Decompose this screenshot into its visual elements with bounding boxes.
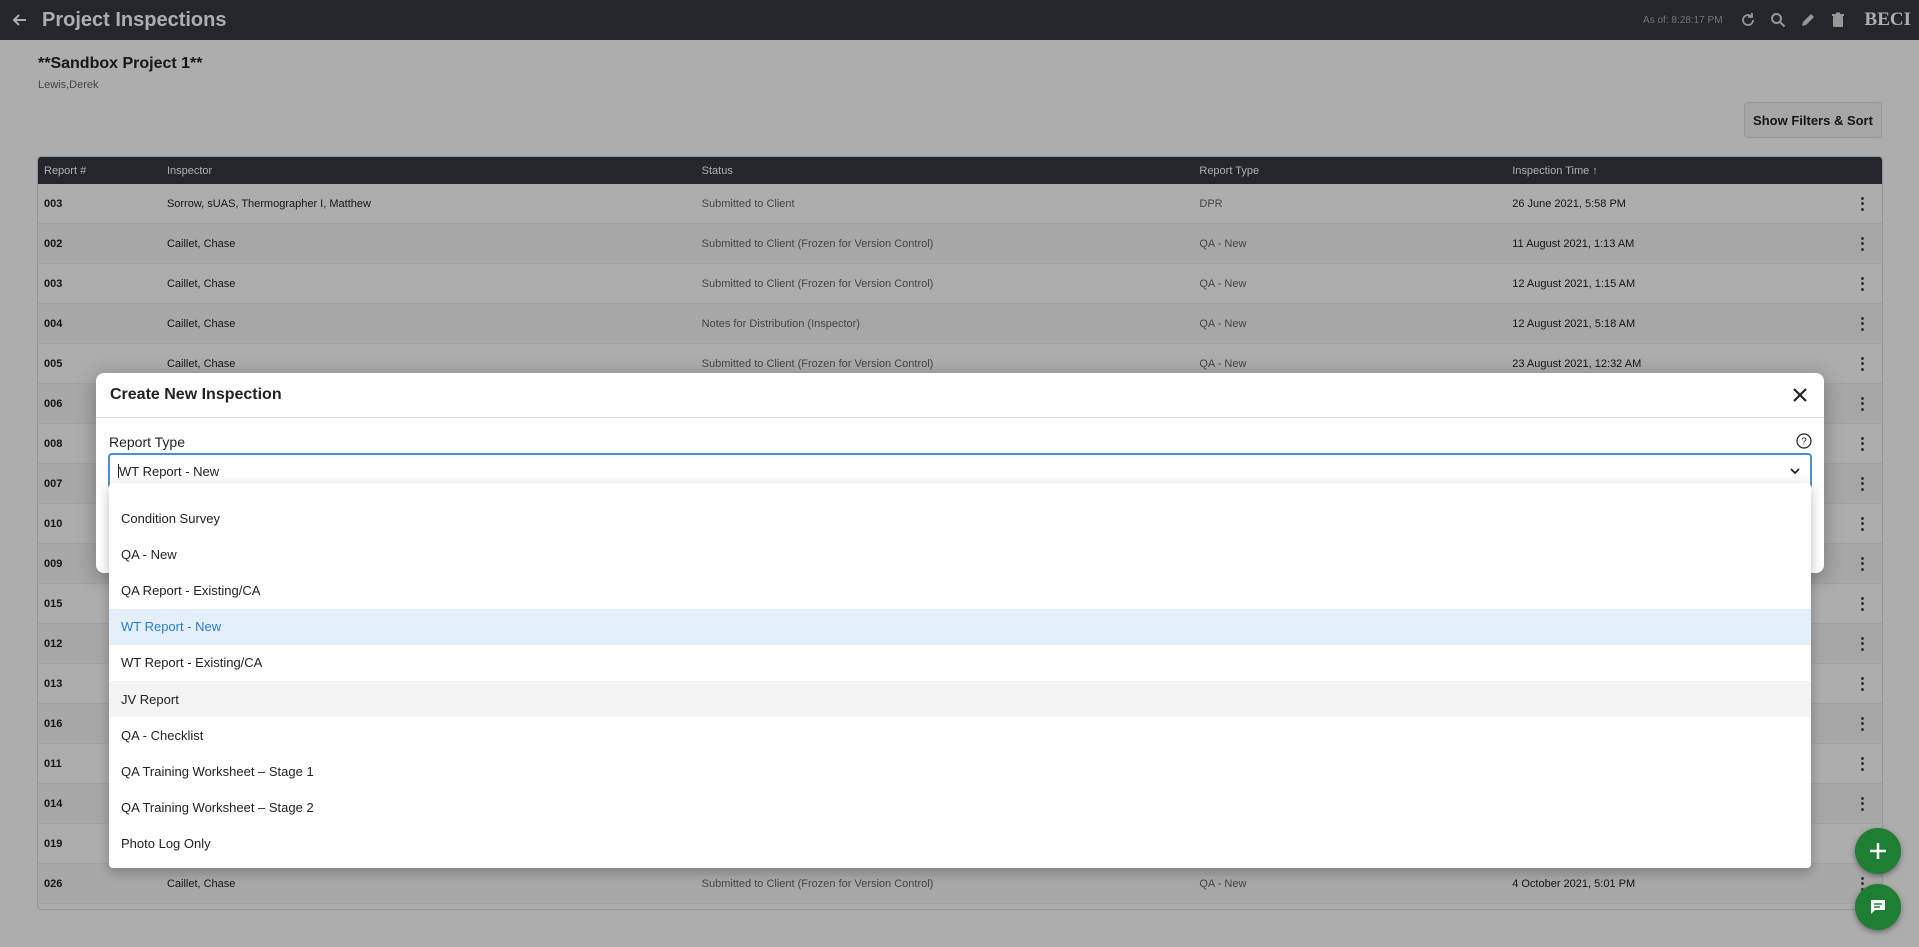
chat-icon [1871,900,1885,914]
dialog-title: Create New Inspection [110,386,282,403]
report-type-options: Condition Survey QA - New QA Report - Exis… [109,483,1811,868]
report-type-option[interactable]: Condition Survey [109,500,1811,536]
report-type-option[interactable]: QA - Checklist [109,717,1811,753]
chevron-down-icon [1790,468,1800,475]
report-type-option[interactable]: QA Training Worksheet – Stage 2 [109,790,1811,826]
report-type-option[interactable]: QA Training Worksheet – Stage 1 [109,753,1811,789]
report-type-selected-value: WT Report - New [119,463,220,479]
report-type-option[interactable]: QA - New [109,536,1811,572]
close-dialog-button[interactable] [1790,385,1810,405]
report-type-option[interactable]: QA Report - Existing/CA [109,572,1811,608]
add-inspection-fab[interactable] [1855,828,1901,874]
report-type-option[interactable]: WT Report - New [109,608,1811,645]
report-type-option[interactable]: Photo Log Only [109,826,1811,862]
report-type-option[interactable]: WT Report - Existing/CA [109,645,1811,681]
report-type-option[interactable]: JV Report [109,680,1811,718]
svg-text:?: ? [1801,437,1807,448]
dialog-header: Create New Inspection [96,373,1824,418]
chat-fab[interactable] [1855,884,1901,930]
report-type-label: Report Type [109,434,186,450]
close-icon [1793,388,1807,402]
help-icon[interactable]: ? [1796,433,1812,449]
plus-icon [1870,843,1886,859]
